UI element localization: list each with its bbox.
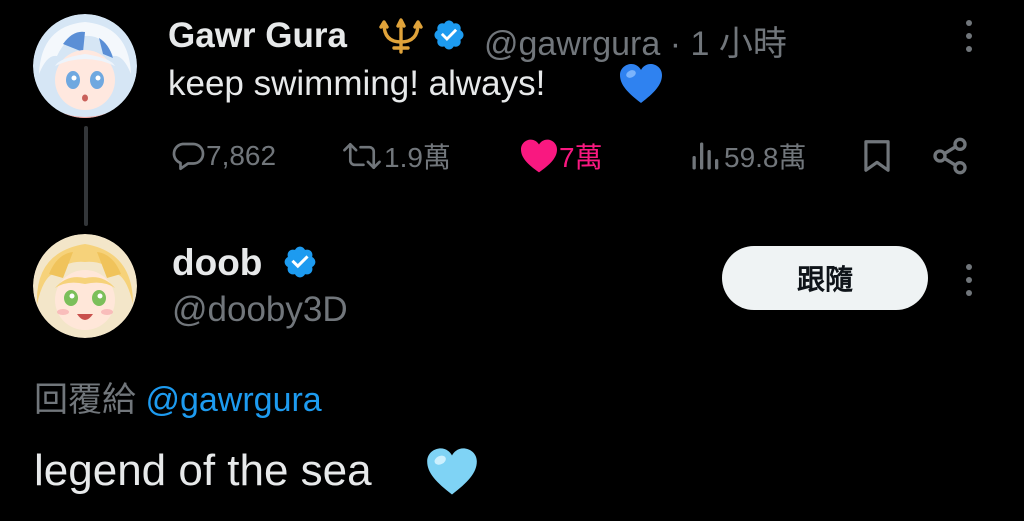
reply-to-line: 回覆給 @gawrgura — [34, 372, 322, 421]
tweet2-display-name[interactable]: doob — [172, 242, 262, 284]
separator-dot: · — [669, 25, 682, 63]
tweet1-text: keep swimming! always! — [168, 64, 545, 104]
tweet2-text: legend of the sea — [34, 446, 372, 496]
gawr-gura-avatar-image — [33, 14, 137, 118]
tweet1-display-name[interactable]: Gawr Gura — [168, 16, 347, 56]
reply-to-prefix: 回覆給 — [34, 381, 136, 419]
like-count: 7萬 — [559, 142, 603, 173]
reply-count: 7,862 — [206, 140, 277, 171]
follow-button[interactable]: 跟隨 — [722, 246, 928, 310]
retweet-icon — [343, 142, 381, 170]
tweet2-handle-text: @dooby3D — [172, 290, 348, 329]
trident-icon — [378, 16, 424, 56]
views-bar-chart-icon — [692, 142, 719, 170]
share-icon — [933, 137, 967, 175]
more-dot — [966, 264, 972, 270]
more-dot — [966, 33, 972, 39]
tweet2-display-name-text: doob — [172, 242, 263, 283]
doob-avatar-image — [33, 234, 137, 338]
like-button[interactable]: 7萬 — [519, 132, 603, 180]
tweet1-display-name-text: Gawr Gura — [168, 16, 347, 55]
reply-button[interactable]: 7,862 — [170, 132, 276, 180]
blue-heart-icon — [618, 62, 664, 106]
gawr-gura-avatar[interactable] — [33, 14, 137, 118]
heart-filled-icon — [521, 139, 557, 173]
tweet2-more-button[interactable] — [959, 260, 979, 300]
more-dot — [966, 290, 972, 296]
tweet2-text-content: legend of the sea — [34, 446, 372, 495]
tweet1-time[interactable]: 1 小時 — [691, 25, 787, 63]
more-dot — [966, 46, 972, 52]
bookmark-button[interactable] — [858, 132, 896, 180]
tweet1-more-button[interactable] — [959, 16, 979, 56]
view-count: 59.8萬 — [724, 142, 807, 173]
retweet-count: 1.9萬 — [384, 142, 451, 173]
more-dot — [966, 277, 972, 283]
follow-button-label: 跟隨 — [796, 264, 853, 295]
light-blue-heart-icon — [424, 446, 480, 498]
tweet1-text-content: keep swimming! always! — [168, 64, 546, 103]
tweet2-handle[interactable]: @dooby3D — [172, 290, 348, 330]
bookmark-icon — [864, 140, 890, 172]
verified-badge-icon — [282, 244, 318, 280]
tweet1-handle-time: @gawrgura · 1 小時 — [484, 16, 787, 65]
retweet-button[interactable]: 1.9萬 — [340, 132, 451, 180]
reply-to-handle-link[interactable]: @gawrgura — [145, 381, 321, 419]
views-button[interactable]: 59.8萬 — [688, 132, 807, 180]
reply-icon — [172, 142, 205, 171]
doob-avatar[interactable] — [33, 234, 137, 338]
more-dot — [966, 20, 972, 26]
tweet1-action-bar: 7,862 1.9萬 7萬 59.8萬 — [0, 132, 1024, 180]
verified-badge-icon — [432, 18, 466, 52]
share-button[interactable] — [930, 132, 970, 180]
tweet1-handle[interactable]: @gawrgura — [484, 25, 660, 63]
